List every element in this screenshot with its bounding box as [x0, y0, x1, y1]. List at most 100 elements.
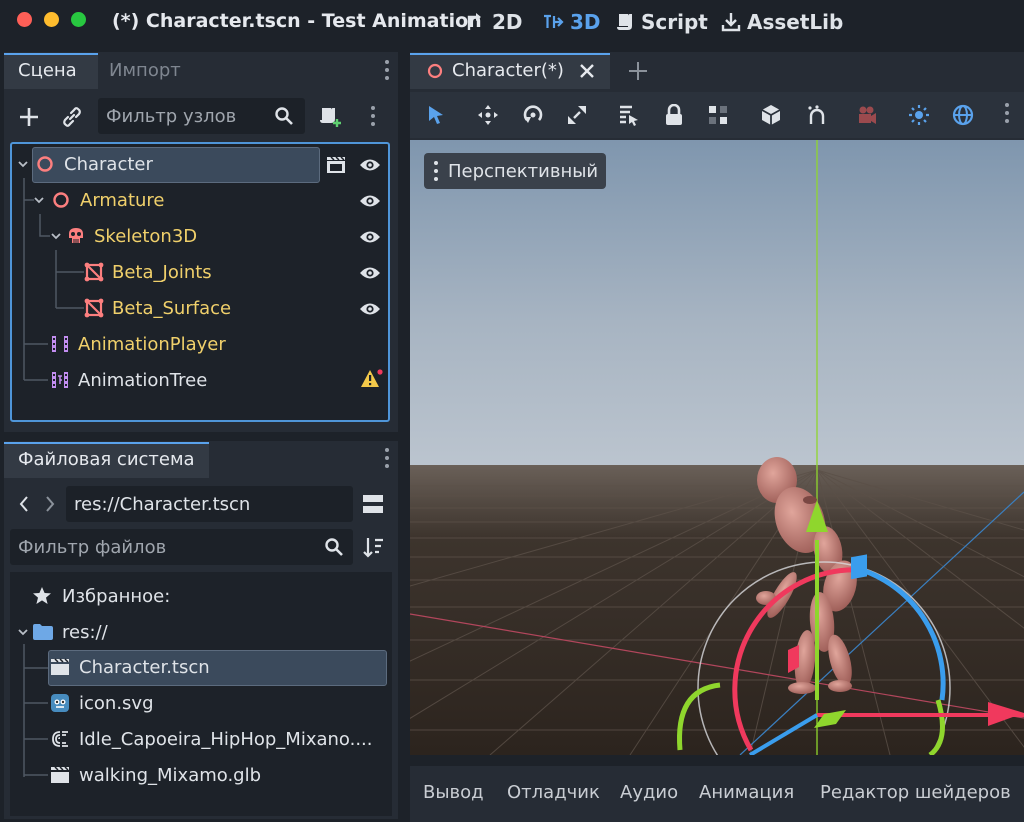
animation-tree-icon	[52, 372, 68, 388]
environment-preview-icon[interactable]	[952, 104, 974, 126]
back-icon[interactable]	[18, 495, 30, 513]
tab-2d[interactable]: 2D	[466, 9, 523, 35]
list-select-icon[interactable]	[618, 104, 640, 126]
close-window-button[interactable]	[17, 12, 32, 27]
minimize-window-button[interactable]	[44, 12, 59, 27]
folder-label: res://	[62, 621, 108, 643]
visibility-toggle[interactable]	[359, 154, 381, 176]
file-item-walking-mixamo[interactable]: walking_Mixamo.glb	[50, 757, 261, 793]
lock-icon[interactable]	[664, 104, 684, 126]
maximize-window-button[interactable]	[71, 12, 86, 27]
eye-icon	[360, 303, 380, 315]
tree-item-label: Beta_Surface	[112, 297, 232, 319]
node3d-icon	[53, 192, 69, 208]
tab-3d[interactable]: 3D	[542, 9, 601, 35]
scene-tree: Character Armature Skeleton3D Beta_Joint…	[10, 142, 390, 422]
select-mode-icon[interactable]	[426, 104, 446, 126]
chevron-down-icon[interactable]	[16, 625, 30, 639]
add-node-button[interactable]	[14, 102, 44, 132]
file-label: Character.tscn	[79, 656, 210, 678]
add-scene-tab-icon[interactable]	[627, 60, 649, 82]
eye-icon	[360, 159, 380, 171]
chevron-down-icon[interactable]	[32, 193, 46, 207]
open-in-editor-icon[interactable]	[326, 156, 348, 174]
title-bar: (*) Character.tscn - Test Animation 2D 3…	[0, 0, 1024, 44]
perspective-menu-button[interactable]: Перспективный	[424, 153, 607, 189]
tab-animation[interactable]: Анимация	[699, 782, 794, 803]
file-item-idle-capoeira[interactable]: Idle_Capoeira_HipHop_Mixano....	[50, 721, 373, 757]
sort-icon[interactable]	[362, 536, 384, 558]
tab-3d-label: 3D	[570, 10, 601, 34]
local-space-icon[interactable]	[760, 104, 782, 126]
scale-mode-icon[interactable]	[566, 104, 588, 126]
group-icon[interactable]	[707, 104, 729, 126]
tree-item-label: Beta_Joints	[112, 261, 212, 283]
filesystem-dock-menu-icon[interactable]	[385, 448, 389, 468]
favorites-item[interactable]: Избранное:	[32, 578, 170, 614]
snap-icon[interactable]	[806, 104, 828, 126]
sun-preview-icon[interactable]	[908, 104, 930, 126]
eye-icon	[360, 195, 380, 207]
kebab-icon	[434, 161, 438, 181]
tree-item-animationtree[interactable]: AnimationTree	[50, 362, 207, 398]
file-tree: Избранное: res:// Character.tscn icon.sv…	[10, 572, 392, 816]
3d-viewport[interactable]: Перспективный	[410, 140, 1024, 755]
path-input[interactable]	[66, 486, 353, 522]
scene-dock-menu-icon[interactable]	[385, 60, 389, 80]
visibility-toggle[interactable]	[359, 298, 381, 320]
node-filter-field[interactable]	[98, 98, 305, 134]
file-filter-input[interactable]	[10, 529, 353, 565]
instance-scene-button[interactable]	[57, 102, 87, 132]
file-item-character-tscn[interactable]: Character.tscn	[50, 649, 210, 685]
folder-res[interactable]: res://	[16, 614, 108, 650]
tab-character-scene[interactable]: Character(*)	[410, 53, 610, 89]
forward-icon[interactable]	[44, 495, 56, 513]
scene-file-icon	[51, 658, 69, 675]
split-view-icon[interactable]	[362, 493, 384, 515]
tab-filesystem[interactable]: Файловая система	[4, 442, 209, 478]
visibility-toggle[interactable]	[359, 190, 381, 212]
tree-item-armature[interactable]: Armature	[32, 182, 165, 218]
tree-item-character[interactable]: Character	[16, 146, 153, 182]
tab-assetlib[interactable]: AssetLib	[721, 9, 843, 35]
path-field[interactable]	[66, 486, 353, 522]
visibility-toggle[interactable]	[359, 226, 381, 248]
move-mode-icon[interactable]	[477, 104, 499, 126]
file-label: icon.svg	[79, 692, 154, 714]
tab-import[interactable]: Импорт	[95, 53, 195, 89]
chevron-down-icon[interactable]	[49, 229, 63, 243]
tab-output[interactable]: Вывод	[423, 782, 484, 803]
viewport-scene	[410, 140, 1024, 755]
node3d-icon	[427, 63, 443, 79]
tab-assetlib-label: AssetLib	[747, 10, 844, 34]
attach-script-button[interactable]	[315, 102, 345, 132]
toolbar-menu-icon[interactable]	[1005, 103, 1009, 123]
visibility-toggle[interactable]	[359, 262, 381, 284]
3d-icon	[544, 14, 564, 28]
file-filter-field[interactable]	[10, 529, 353, 565]
bottom-panel-bar: Вывод Отладчик Аудио Анимация Редактор ш…	[410, 766, 1024, 822]
tree-item-beta-surface[interactable]: Beta_Surface	[84, 290, 231, 326]
tab-audio[interactable]: Аудио	[620, 782, 678, 803]
camera-preview-icon[interactable]	[856, 104, 878, 126]
window-title: (*) Character.tscn - Test Animation	[112, 10, 482, 32]
rotate-mode-icon[interactable]	[522, 104, 544, 126]
eye-icon	[360, 231, 380, 243]
close-icon[interactable]	[578, 62, 596, 80]
animation-player-icon	[52, 336, 68, 352]
chevron-down-icon[interactable]	[16, 157, 30, 171]
tab-shader-editor[interactable]: Редактор шейдеров	[820, 782, 1011, 803]
svg-file-icon	[51, 694, 69, 712]
tree-item-animationplayer[interactable]: AnimationPlayer	[50, 326, 226, 362]
file-item-icon-svg[interactable]: icon.svg	[50, 685, 154, 721]
scene-tab-label: Character(*)	[452, 60, 564, 81]
tab-scene[interactable]: Сцена	[4, 53, 98, 89]
perspective-label: Перспективный	[448, 160, 599, 182]
tree-item-beta-joints[interactable]: Beta_Joints	[84, 254, 212, 290]
tree-item-skeleton3d[interactable]: Skeleton3D	[49, 218, 197, 254]
scene-options-icon[interactable]	[371, 106, 375, 126]
tab-debugger[interactable]: Отладчик	[507, 782, 600, 803]
warning-icon[interactable]	[360, 368, 384, 390]
tab-script[interactable]: Script	[617, 9, 708, 35]
mesh-icon	[84, 262, 104, 282]
